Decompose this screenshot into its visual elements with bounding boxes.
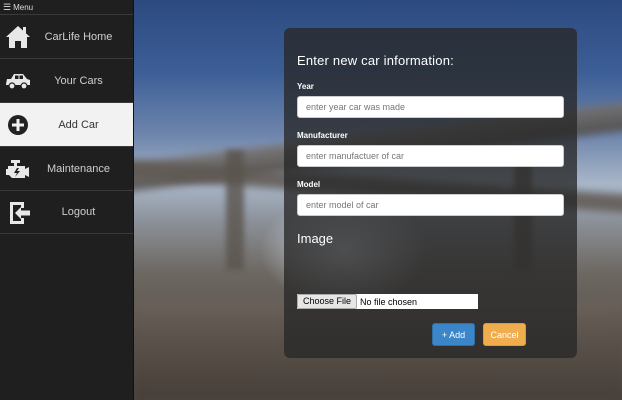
year-field[interactable] — [297, 96, 564, 118]
hamburger-icon: ☰ — [3, 2, 12, 12]
sidebar-item-add-car[interactable]: Add Car — [0, 102, 133, 146]
engine-icon — [4, 155, 32, 183]
model-field[interactable] — [297, 194, 564, 216]
car-icon — [4, 67, 32, 95]
menu-label: Menu — [13, 3, 34, 12]
logout-icon — [4, 199, 32, 227]
year-label: Year — [297, 82, 314, 91]
file-status-text: No file chosen — [360, 296, 418, 307]
background-pillar — [226, 150, 244, 270]
cancel-button[interactable]: Cancel — [483, 323, 526, 346]
manufacturer-field[interactable] — [297, 145, 564, 167]
add-car-form: Enter new car information: Year Manufact… — [284, 28, 577, 358]
home-icon — [4, 23, 32, 51]
image-label: Image — [297, 231, 334, 246]
sidebar-item-logout[interactable]: Logout — [0, 190, 133, 234]
image-file-input[interactable]: Choose File No file chosen — [297, 294, 478, 309]
sidebar: ☰ Menu CarLife Home Your Cars Add Car Ma… — [0, 0, 134, 400]
menu-toggle[interactable]: ☰ Menu — [0, 0, 133, 14]
model-label: Model — [297, 180, 321, 189]
choose-file-button[interactable]: Choose File — [297, 294, 358, 309]
sidebar-item-your-cars[interactable]: Your Cars — [0, 58, 133, 102]
sidebar-item-carlife-home[interactable]: CarLife Home — [0, 14, 133, 58]
sidebar-item-maintenance[interactable]: Maintenance — [0, 146, 133, 190]
manufacturer-label: Manufacturer — [297, 131, 348, 140]
plus-circle-icon — [4, 111, 32, 139]
form-title: Enter new car information: — [297, 53, 454, 68]
add-button[interactable]: + Add — [432, 323, 475, 346]
